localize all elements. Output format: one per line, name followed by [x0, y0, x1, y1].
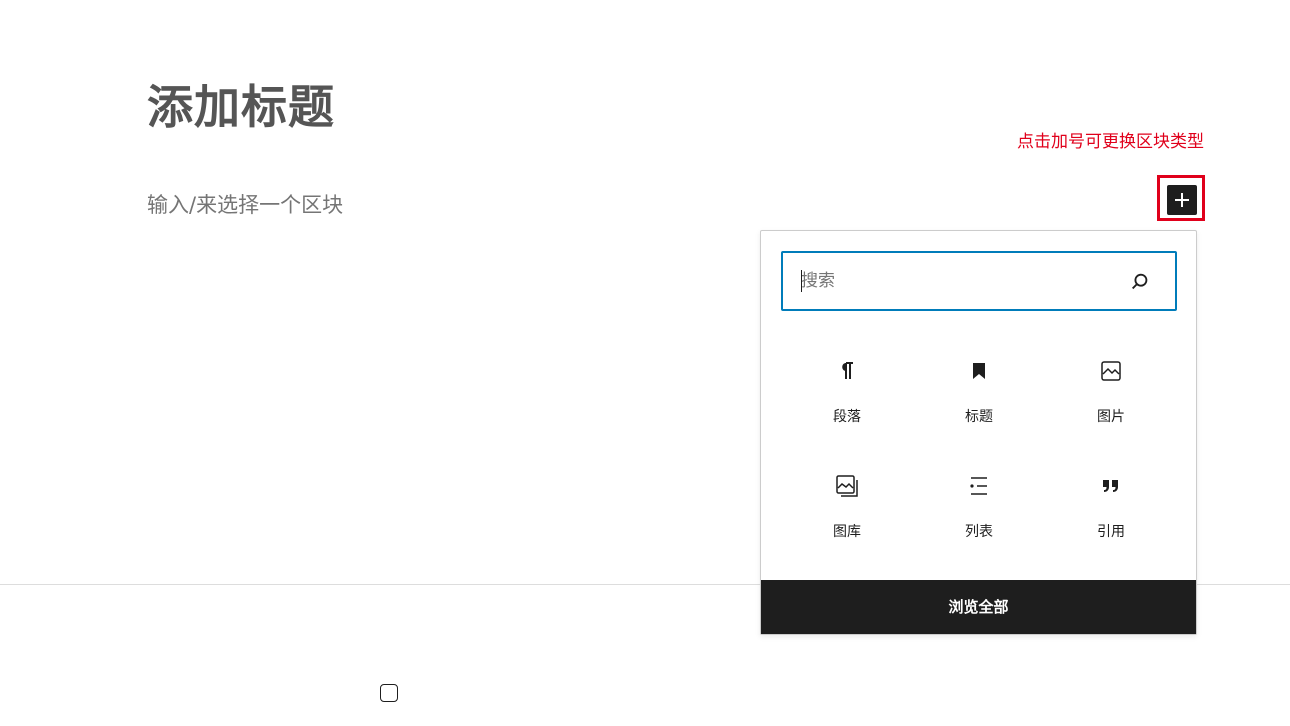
block-type-quote[interactable]: 引用	[1045, 454, 1177, 569]
paragraph-icon	[842, 362, 853, 379]
block-search-input[interactable]	[801, 267, 1101, 295]
block-search-box[interactable]	[781, 251, 1177, 311]
list-icon	[970, 477, 987, 495]
quote-icon	[1103, 480, 1118, 492]
block-types-grid: 段落 标题 图片 图库 列表 引用	[781, 339, 1177, 569]
block-type-label: 列表	[965, 524, 993, 540]
block-type-heading[interactable]: 标题	[913, 339, 1045, 454]
plus-icon	[1175, 193, 1189, 207]
add-block-button[interactable]	[1167, 185, 1197, 215]
gallery-icon	[836, 475, 858, 497]
block-type-label: 标题	[965, 409, 993, 425]
block-placeholder[interactable]: 输入/来选择一个区块	[147, 190, 343, 220]
text-caret	[801, 270, 802, 292]
search-icon[interactable]	[1129, 271, 1151, 293]
checkbox[interactable]	[380, 684, 398, 702]
browse-all-button[interactable]: 浏览全部	[761, 580, 1196, 634]
block-type-gallery[interactable]: 图库	[781, 454, 913, 569]
block-type-label: 引用	[1097, 524, 1125, 540]
heading-icon	[973, 363, 985, 379]
block-type-label: 段落	[833, 409, 861, 425]
image-icon	[1101, 361, 1121, 381]
block-type-paragraph[interactable]: 段落	[781, 339, 913, 454]
block-inserter-popover: 段落 标题 图片 图库	[760, 230, 1197, 635]
block-type-label: 图片	[1097, 409, 1125, 425]
edge-text-fragment: J	[0, 598, 2, 624]
block-editor-page: 添加标题 输入/来选择一个区块 点击加号可更换区块类型 J 段落	[0, 0, 1290, 726]
post-title[interactable]: 添加标题	[147, 76, 335, 138]
annotation-callout: 点击加号可更换区块类型	[1017, 132, 1204, 152]
block-type-label: 图库	[833, 524, 861, 540]
block-type-list[interactable]: 列表	[913, 454, 1045, 569]
block-type-image[interactable]: 图片	[1045, 339, 1177, 454]
